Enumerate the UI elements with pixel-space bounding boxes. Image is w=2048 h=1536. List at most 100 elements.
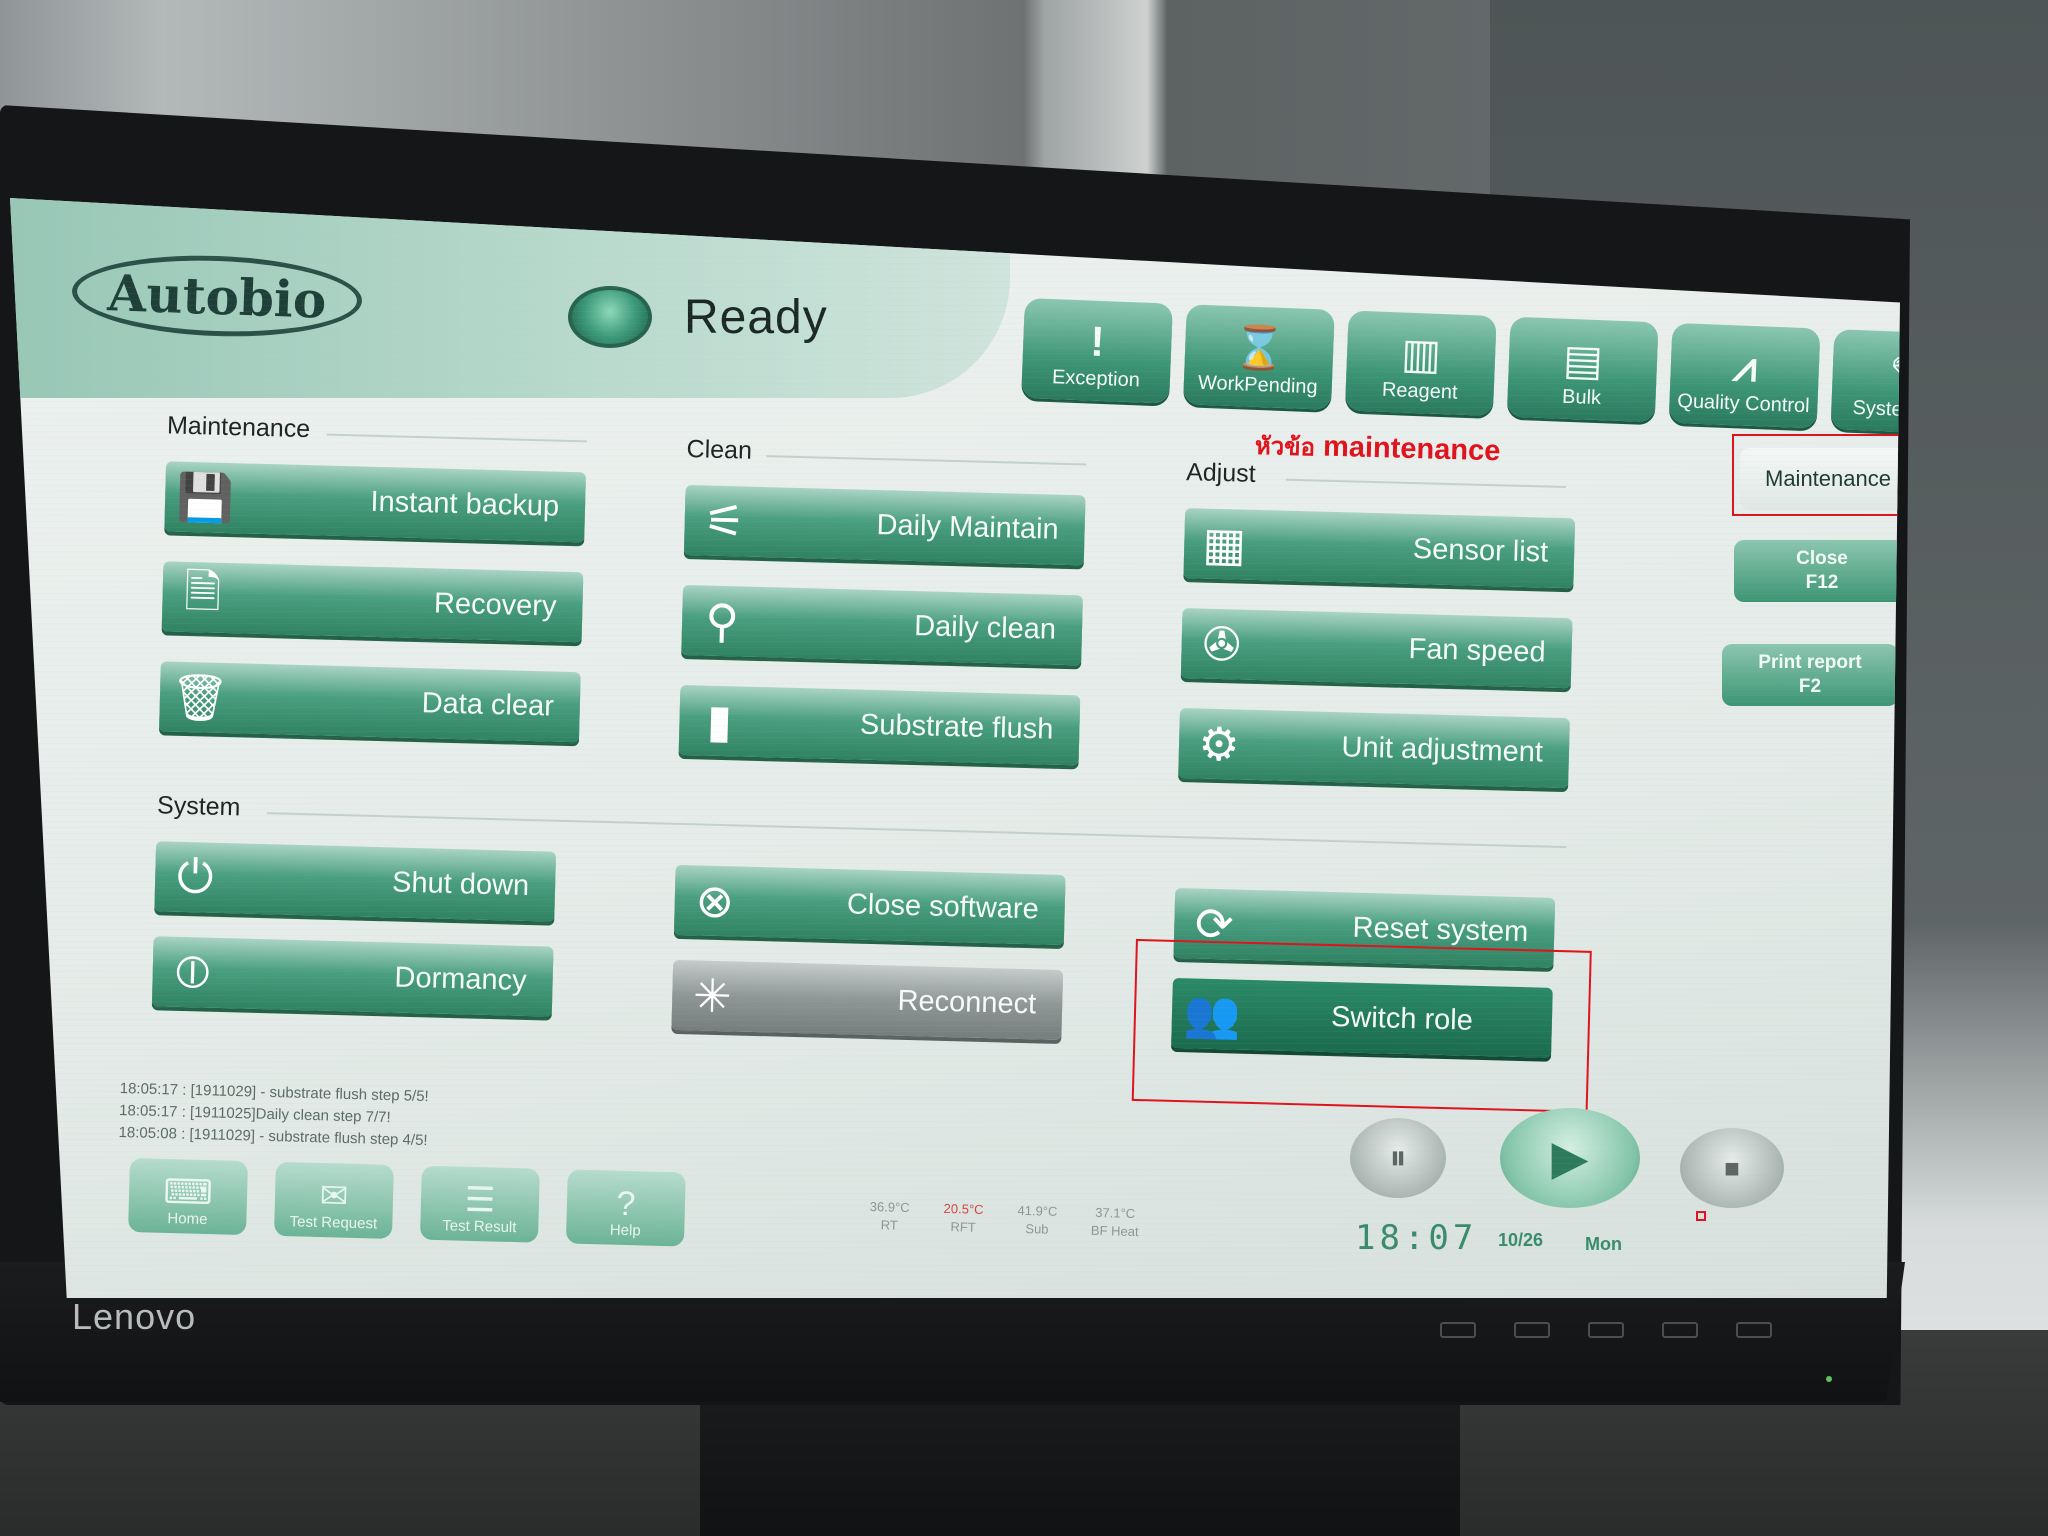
close-button[interactable]: Close F12 [1734, 540, 1900, 602]
group-title-clean: Clean [686, 435, 753, 465]
osd-power-button[interactable] [1736, 1322, 1772, 1338]
temp-rt: 36.9°C RT [869, 1198, 910, 1235]
clock-weekday: Mon [1585, 1234, 1622, 1254]
button-label: Daily Maintain [876, 508, 1060, 546]
maintenance-content: Maintenance 💾 Instant backup 🗎 Recovery … [18, 388, 1727, 1192]
print-report-button[interactable]: Print report F2 [1722, 644, 1898, 706]
osd-button[interactable] [1588, 1322, 1624, 1338]
play-icon: ▶ [1551, 1132, 1589, 1185]
osd-button[interactable] [1662, 1322, 1698, 1338]
shut-down-button[interactable]: ⏻ Shut down [154, 841, 557, 922]
osd-button[interactable] [1514, 1322, 1550, 1338]
clock-date: 10/26 [1498, 1230, 1544, 1250]
bottom-nav: ⌨ Home ✉ Test Request ☰ Test Result ? He… [128, 1158, 686, 1247]
app-screen: Autobio Ready ! Exception ⌛ WorkPending … [10, 198, 1900, 1298]
toolbar-bulk-button[interactable]: ▤ Bulk [1506, 316, 1659, 423]
group-title-system: System [156, 791, 241, 822]
toolbar-exception-button[interactable]: ! Exception [1021, 298, 1173, 404]
power-icon: ⏻ [176, 849, 215, 903]
nav-label: Help [609, 1221, 641, 1240]
button-label: Fan speed [1408, 632, 1547, 669]
toolbar-label: Quality Control [1676, 390, 1810, 418]
button-label: Daily clean [913, 609, 1057, 646]
print-report-label: Print report [1758, 652, 1862, 673]
clock-time: 18:07 [1355, 1218, 1478, 1258]
power-led [1826, 1376, 1832, 1382]
gear-icon: ⚙ [1197, 717, 1241, 771]
monitor-osd-buttons [1440, 1322, 1772, 1338]
maintenance-highlight-box [1732, 434, 1900, 516]
fan-icon: ✇ [1201, 617, 1242, 671]
nav-test-request-button[interactable]: ✉ Test Request [274, 1161, 394, 1239]
temp-value: 20.5°C [943, 1200, 984, 1217]
nav-home-button[interactable]: ⌨ Home [128, 1158, 248, 1236]
test-result-icon: ☰ [464, 1180, 496, 1220]
osd-button[interactable] [1440, 1322, 1476, 1338]
temp-label: RT [880, 1217, 898, 1233]
toolbar-reagent-button[interactable]: ▥ Reagent [1344, 310, 1497, 417]
recovery-document-icon: 🗎 [183, 564, 222, 618]
toolbar-quality-control-button[interactable]: ⩘ Quality Control [1668, 322, 1821, 429]
dormancy-button[interactable]: ⦶ Dormancy [151, 936, 554, 1017]
substrate-flush-button[interactable]: ▮ Substrate flush [678, 684, 1081, 766]
hourglass-icon: ⌛ [1232, 323, 1287, 373]
bottle-icon: ▮ [706, 694, 733, 748]
floppy-disk-icon: 💾 [175, 470, 235, 524]
group-divider [1286, 478, 1566, 489]
group-divider [766, 455, 1087, 466]
toolbar-label: Exception [1051, 366, 1141, 392]
close-circle-icon: ⊗ [694, 874, 735, 928]
annotation-thai-prefix: หัวข้อ [1254, 432, 1316, 462]
toolbar-label: Bulk [1561, 385, 1602, 410]
temp-value: 41.9°C [1017, 1202, 1058, 1219]
temperature-readouts: 36.9°C RT 20.5°C RFT 41.9°C Sub 37.1°C B… [869, 1198, 1139, 1241]
bulk-bottles-icon: ▤ [1562, 335, 1604, 385]
annotation-word: maintenance [1322, 430, 1501, 468]
autobio-logo: Autobio [70, 250, 364, 342]
toolbar-workpending-button[interactable]: ⌛ WorkPending [1183, 304, 1335, 410]
reconnect-button[interactable]: ✳ Reconnect [671, 959, 1064, 1041]
temp-value: 37.1°C [1095, 1204, 1136, 1221]
daily-clean-button[interactable]: ⚲ Daily clean [681, 584, 1083, 666]
data-clear-button[interactable]: 🗑 Data clear [159, 661, 581, 743]
close-label: Close [1796, 548, 1848, 569]
dormancy-icon: ⦶ [175, 944, 211, 998]
button-label: Dormancy [394, 961, 528, 997]
button-label: Shut down [391, 865, 530, 902]
button-label: Close software [846, 887, 1040, 925]
toolbar-label: Reagent [1381, 378, 1458, 404]
nav-test-result-button[interactable]: ☰ Test Result [419, 1165, 540, 1243]
button-label: Substrate flush [859, 708, 1054, 746]
pause-icon: ⏸ [1389, 1138, 1407, 1177]
annotation-label: หัวข้อ maintenance [1254, 426, 1501, 471]
toolbar-label: System Log [1852, 396, 1900, 423]
status-indicator-icon [568, 286, 652, 348]
nav-label: Home [167, 1210, 208, 1229]
unit-adjustment-button[interactable]: ⚙ Unit adjustment [1178, 708, 1570, 789]
pause-button[interactable]: ⏸ [1350, 1118, 1446, 1198]
exclamation-icon: ! [1089, 317, 1106, 366]
stop-icon: ■ [1724, 1152, 1740, 1183]
toolbar-system-log-button[interactable]: ✎ System Log [1830, 329, 1900, 435]
recovery-button[interactable]: 🗎 Recovery [161, 561, 584, 643]
play-button[interactable]: ▶ [1500, 1108, 1640, 1208]
group-divider [326, 433, 587, 443]
event-log: 18:05:17 : [1911029] - substrate flush s… [118, 1078, 640, 1162]
button-label: Data clear [421, 686, 555, 723]
fan-speed-button[interactable]: ✇ Fan speed [1180, 608, 1573, 689]
daily-maintain-button[interactable]: ⚟ Daily Maintain [683, 484, 1086, 566]
stop-button[interactable]: ■ [1680, 1128, 1784, 1208]
temp-label: BF Heat [1090, 1222, 1139, 1240]
toolbar-label: WorkPending [1197, 371, 1319, 399]
button-label: Unit adjustment [1341, 730, 1544, 769]
top-toolbar: ! Exception ⌛ WorkPending ▥ Reagent ▤ Bu… [1021, 298, 1900, 435]
sensor-list-button[interactable]: ▦ Sensor list [1183, 508, 1576, 589]
instant-backup-button[interactable]: 💾 Instant backup [164, 461, 586, 543]
help-icon: ? [616, 1184, 636, 1224]
close-software-button[interactable]: ⊗ Close software [673, 864, 1066, 946]
group-divider [266, 812, 1567, 849]
button-label: Recovery [433, 586, 557, 623]
nav-help-button[interactable]: ? Help [565, 1169, 686, 1247]
nav-label: Test Request [289, 1213, 378, 1233]
temp-rft: 20.5°C RFT [943, 1200, 984, 1237]
